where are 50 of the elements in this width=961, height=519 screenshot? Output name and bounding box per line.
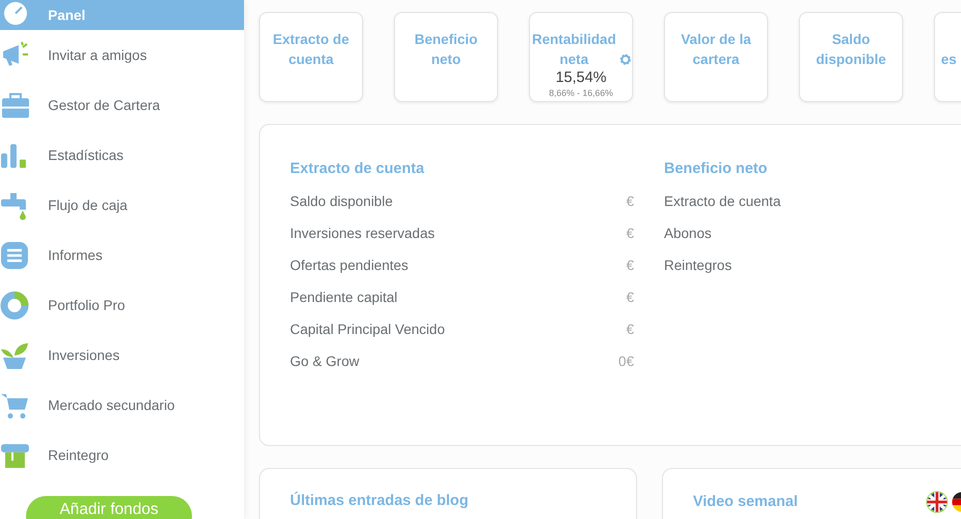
row-label: Pendiente capital [290,288,398,307]
sidebar-item-label: Informes [48,247,102,263]
row-value: € [626,224,634,243]
card-title: Beneficio neto [413,30,478,69]
row-label: Capital Principal Vencido [290,320,445,339]
row-label: Abonos [664,224,712,243]
row-value: € [626,320,634,339]
sidebar-item[interactable]: Flujo de caja [0,180,244,230]
faucet-icon [0,190,29,220]
sidebar-item-label: Invitar a amigos [48,47,147,63]
row-value: € [626,256,634,275]
sidebar-item[interactable]: Estadísticas [0,130,244,180]
sidebar-item-label: Estadísticas [48,147,124,163]
card-title: Extracto de cuenta [272,30,350,69]
sidebar-item-label: Panel [48,7,86,23]
row-value: € [626,192,634,211]
uk-flag-icon[interactable] [926,491,948,513]
sidebar-item-label: Mercado secundario [48,397,175,413]
row-label: Extracto de cuenta [664,192,781,211]
row-label: Saldo disponible [290,192,393,211]
sidebar-item-label: Reintegro [48,447,109,463]
card-title: es [941,50,957,69]
sidebar-item[interactable]: Invitar a amigos [0,30,244,80]
card-title: Valor de la cartera [680,30,752,69]
card-range: 8,66% - 16,66% [548,88,614,98]
card-title: Video semanal [693,492,798,512]
card-value: 15,54% [556,69,606,86]
row-label: Inversiones reservadas [290,224,435,243]
sidebar-item[interactable]: Gestor de Cartera [0,80,244,130]
sidebar-item-label: Portfolio Pro [48,297,126,313]
donut-chart-icon [0,290,29,320]
sidebar-item-label: Inversiones [48,347,120,363]
row-label: Go & Grow [290,352,360,371]
row-value: € [626,288,634,307]
card-title: Últimas entradas de blog [290,491,468,511]
card-title: Rentabilidad neta [530,30,617,69]
section-title: Extracto de cuenta [290,159,426,179]
plant-icon [0,340,29,370]
sidebar-item[interactable]: Inversiones [0,330,244,380]
sidebar-item[interactable]: Reintegro [0,430,244,480]
sidebar-item-label: Flujo de caja [48,197,128,213]
row-label: Reintegros [664,256,732,275]
sidebar-item[interactable]: Mercado secundario [0,380,244,430]
row-value: 0€ [618,352,634,371]
card-title: Saldo disponible [815,30,887,69]
row-label: Ofertas pendientes [290,256,408,275]
section-title: Beneficio neto [664,159,768,179]
sidebar-item-label: Gestor de Cartera [48,97,160,113]
sidebar-item[interactable]: Portfolio Pro [0,280,244,330]
sidebar-item[interactable]: Informes [0,230,244,280]
